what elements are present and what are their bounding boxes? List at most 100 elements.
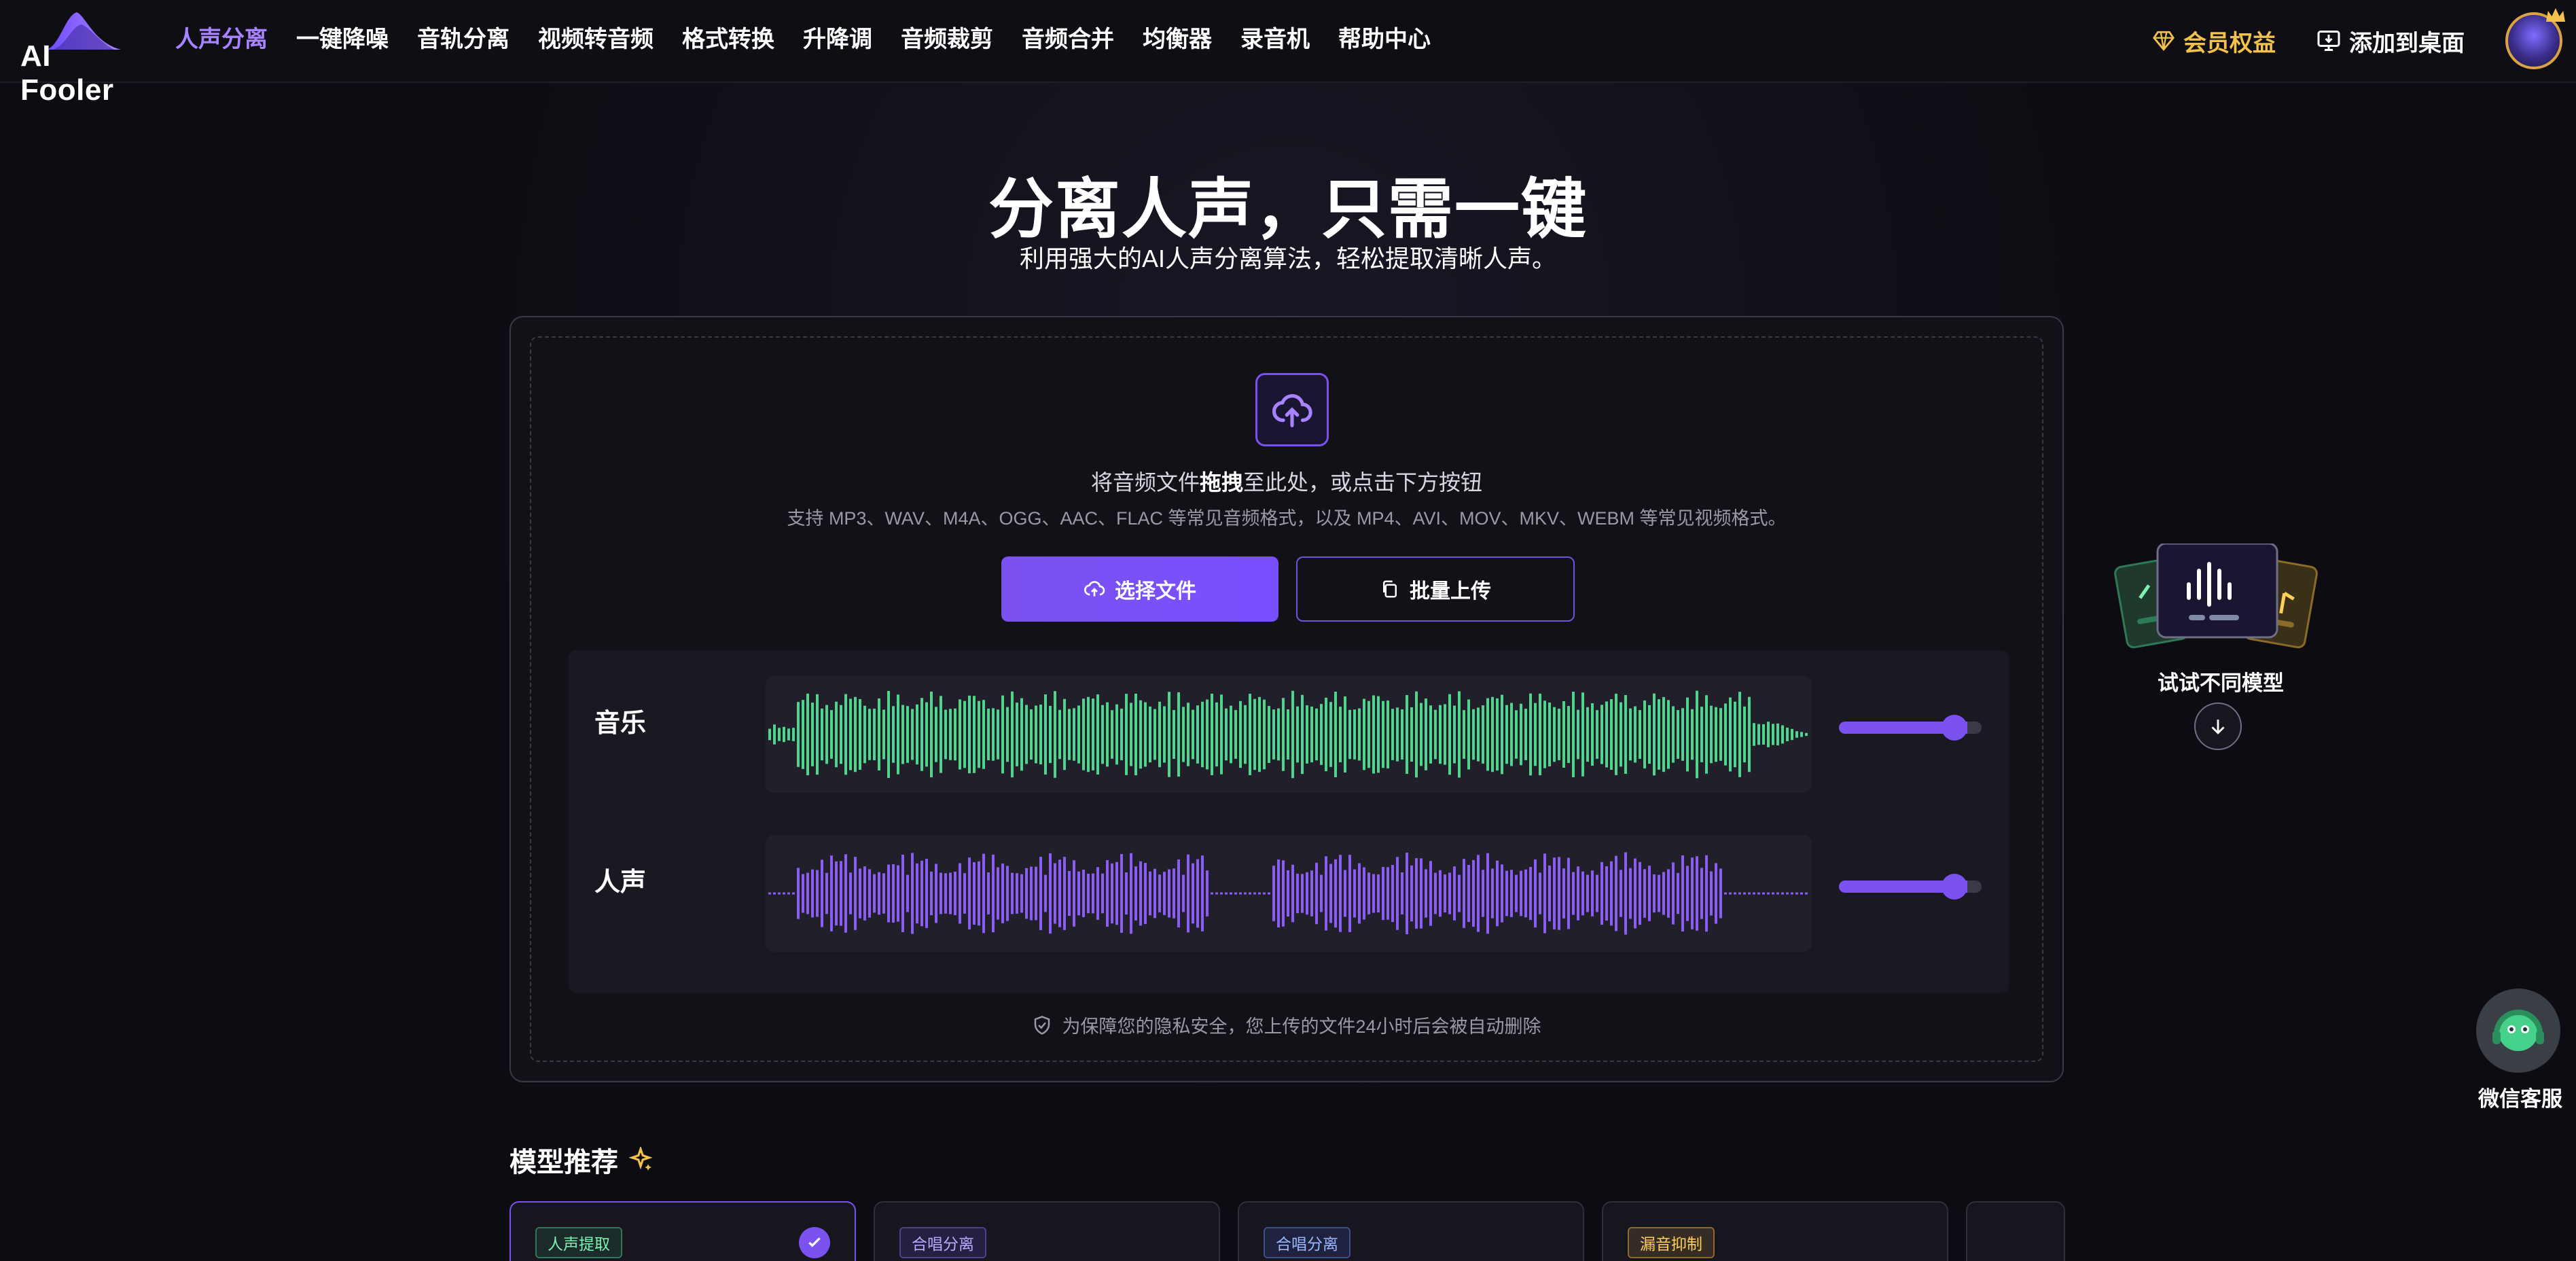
waveform-bar xyxy=(878,698,880,771)
waveform-bar xyxy=(1482,870,1484,917)
waveform-bar xyxy=(1548,865,1551,922)
nav-item-vocal-separation[interactable]: 人声分离 xyxy=(175,20,268,54)
choose-file-button[interactable]: 选择文件 xyxy=(1001,556,1278,622)
model-card-chorus-separation-2[interactable]: 合唱分离 xyxy=(1238,1201,1584,1261)
waveform-bar xyxy=(797,868,800,919)
waveform-bar xyxy=(1586,707,1589,762)
waveform-bar xyxy=(1539,872,1541,914)
nav-item-track-separation[interactable]: 音轨分离 xyxy=(417,20,509,54)
waveform-bar xyxy=(1234,710,1237,759)
waveform-bar xyxy=(1610,861,1613,926)
waveform-bar xyxy=(1444,704,1446,765)
model-card-partial[interactable] xyxy=(1966,1201,2065,1261)
waveform-bar xyxy=(935,707,937,762)
music-volume-slider[interactable] xyxy=(1839,715,1982,741)
nav-item-pitch-shift[interactable]: 升降调 xyxy=(803,20,872,54)
waveform-bar xyxy=(868,709,871,760)
waveform-bar xyxy=(1477,707,1480,762)
waveform-bar xyxy=(1567,706,1570,763)
waveform-bar xyxy=(849,872,852,914)
waveform-bar xyxy=(1548,703,1551,766)
logo[interactable]: AI Fooler xyxy=(20,12,143,107)
nav-item-denoise[interactable]: 一键降噪 xyxy=(296,20,389,54)
waveform-bar xyxy=(1030,866,1033,921)
waveform-bar xyxy=(987,872,990,914)
waveform-bar xyxy=(1795,731,1798,738)
vocal-volume-knob[interactable] xyxy=(1942,874,1967,900)
waveform-bar xyxy=(1757,724,1760,745)
waveform-bar xyxy=(954,871,956,916)
scroll-down-button[interactable] xyxy=(2194,703,2242,750)
waveform-bar xyxy=(1743,892,1746,895)
waveform-bar xyxy=(1800,732,1803,737)
waveform-bar xyxy=(1063,698,1066,770)
vocal-volume-slider[interactable] xyxy=(1839,874,1982,900)
waveform-bar xyxy=(1149,871,1151,916)
privacy-note: 为保障您的隐私安全，您上传的文件24小时后会被自动删除 xyxy=(531,1012,2042,1038)
waveform-bar xyxy=(930,691,933,778)
model-card-tag: 人声提取 xyxy=(535,1227,622,1258)
model-cards: 人声提取 合唱分离 合唱分离 漏音抑制 xyxy=(509,1201,2065,1261)
user-avatar[interactable] xyxy=(2505,12,2562,69)
waveform-bar xyxy=(1643,869,1646,918)
waveform-bar xyxy=(925,702,928,767)
waveform-bar xyxy=(1363,698,1365,770)
waveform-bar xyxy=(1225,708,1228,761)
model-card-chorus-separation-1[interactable]: 合唱分离 xyxy=(874,1201,1220,1261)
waveform-bar xyxy=(1244,892,1247,895)
waveform-bar xyxy=(1505,705,1508,764)
waveform-bar xyxy=(1044,874,1047,912)
waveform-bar xyxy=(1748,892,1751,895)
waveform-bar xyxy=(811,703,814,766)
nav-item-audio-merge[interactable]: 音频合并 xyxy=(1022,20,1114,54)
drop-zone[interactable]: 将音频文件拖拽至此处，或点击下方按钮 支持 MP3、WAV、M4A、OGG、AA… xyxy=(530,336,2043,1062)
model-card-vocal-extract[interactable]: 人声提取 xyxy=(509,1201,856,1261)
waveform-bar xyxy=(1139,700,1142,769)
music-waveform xyxy=(766,676,1812,793)
waveform-bar xyxy=(1620,870,1622,917)
music-volume-knob[interactable] xyxy=(1942,715,1967,741)
waveform-bar xyxy=(792,728,795,741)
batch-upload-button[interactable]: 批量上传 xyxy=(1296,556,1575,622)
waveform-bar xyxy=(1348,709,1351,760)
waveform-bar xyxy=(982,853,985,934)
waveform-bar xyxy=(949,709,952,760)
add-to-desktop-button[interactable]: 添加到桌面 xyxy=(2316,24,2465,58)
nav-item-audio-trim[interactable]: 音频裁剪 xyxy=(901,20,993,54)
nav-item-recorder[interactable]: 录音机 xyxy=(1240,20,1310,54)
music-track-label: 音乐 xyxy=(594,709,647,738)
waveform-bar xyxy=(1158,701,1161,768)
model-card-bleed-suppression[interactable]: 漏音抑制 xyxy=(1602,1201,1948,1261)
nav-item-format-convert[interactable]: 格式转换 xyxy=(682,20,774,54)
nav-item-video-to-audio[interactable]: 视频转音频 xyxy=(538,20,654,54)
vip-benefits-link[interactable]: 会员权益 xyxy=(2152,24,2276,58)
waveform-bar xyxy=(1120,854,1123,933)
waveform-bar xyxy=(1600,862,1603,925)
nav-item-help-center[interactable]: 帮助中心 xyxy=(1338,20,1431,54)
waveform-bar xyxy=(1149,706,1151,763)
monitor-download-icon xyxy=(2317,31,2340,51)
drop-instruction: 将音频文件拖拽至此处，或点击下方按钮 xyxy=(531,465,2042,497)
waveform-bar xyxy=(1177,859,1180,928)
waveform-bar xyxy=(1762,892,1765,895)
nav-item-equalizer[interactable]: 均衡器 xyxy=(1143,20,1212,54)
waveform-bar xyxy=(1681,708,1684,761)
waveform-bar xyxy=(1310,706,1313,763)
waveform-bar xyxy=(1795,892,1798,895)
waveform-bar xyxy=(1605,866,1608,921)
waveform-bar xyxy=(821,708,823,761)
waveform-bar xyxy=(1534,703,1537,766)
waveform-bar xyxy=(1719,868,1722,919)
waveform-bar xyxy=(802,700,804,769)
waveform-bar xyxy=(1196,705,1199,764)
waveform-bar xyxy=(1130,853,1132,934)
waveform-bar xyxy=(1501,694,1503,775)
waveform-bar xyxy=(944,709,947,760)
hero-subtitle: 利用强大的AI人声分离算法，轻松提取清晰人声。 xyxy=(1019,245,1556,272)
waveform-bar xyxy=(1325,856,1327,931)
waveform-bar xyxy=(1615,694,1617,775)
model-cards-icon xyxy=(2114,542,2318,649)
model-switcher-graphic[interactable] xyxy=(2114,542,2321,652)
waveform-bar xyxy=(1358,863,1361,924)
wechat-service-button[interactable] xyxy=(2476,989,2560,1073)
